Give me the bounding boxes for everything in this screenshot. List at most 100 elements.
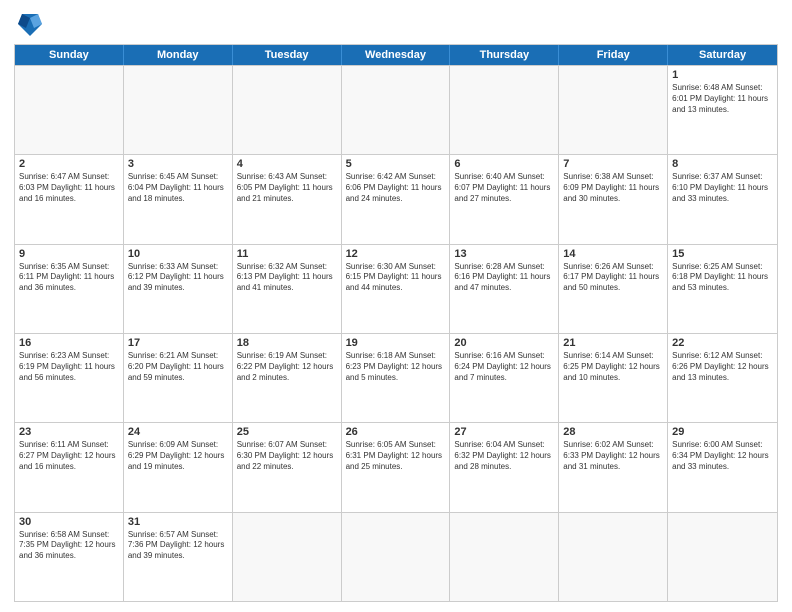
calendar-cell: 18Sunrise: 6:19 AM Sunset: 6:22 PM Dayli… xyxy=(233,334,342,422)
calendar: SundayMondayTuesdayWednesdayThursdayFrid… xyxy=(14,44,778,602)
calendar-cell: 3Sunrise: 6:45 AM Sunset: 6:04 PM Daylig… xyxy=(124,155,233,243)
calendar-row: 30 Sunrise: 6:58 AM Sunset: 7:35 PM Dayli… xyxy=(15,512,777,601)
calendar-cell: 19 Sunrise: 6:18 AM Sunset: 6:23 PM Dayli… xyxy=(342,334,451,422)
day-number: 8 xyxy=(672,158,773,170)
day-number: 28 xyxy=(563,426,663,438)
calendar-cell: 20Sunrise: 6:16 AM Sunset: 6:24 PM Dayli… xyxy=(450,334,559,422)
day-info: Sunrise: 6:12 AM Sunset: 6:26 PM Dayligh… xyxy=(672,351,773,383)
calendar-cell xyxy=(233,513,342,601)
calendar-row: 23 Sunrise: 6:11 AM Sunset: 6:27 PM Dayli… xyxy=(15,422,777,511)
day-number: 2 xyxy=(19,158,119,170)
day-info: Sunrise: 6:42 AM Sunset: 6:06 PM Dayligh… xyxy=(346,172,446,204)
day-info: Sunrise: 6:47 AM Sunset: 6:03 PM Dayligh… xyxy=(19,172,119,204)
weekday-header: Thursday xyxy=(450,45,559,65)
calendar-cell xyxy=(559,513,668,601)
day-info: Sunrise: 6:16 AM Sunset: 6:24 PM Dayligh… xyxy=(454,351,554,383)
day-info: Sunrise: 6:58 AM Sunset: 7:35 PM Dayligh… xyxy=(19,530,119,562)
calendar-row: 9Sunrise: 6:35 AM Sunset: 6:11 PM Daylig… xyxy=(15,244,777,333)
logo xyxy=(14,10,50,38)
day-number: 5 xyxy=(346,158,446,170)
calendar-cell: 5 Sunrise: 6:42 AM Sunset: 6:06 PM Daylig… xyxy=(342,155,451,243)
weekday-header: Sunday xyxy=(15,45,124,65)
day-info: Sunrise: 6:09 AM Sunset: 6:29 PM Dayligh… xyxy=(128,440,228,472)
header xyxy=(14,10,778,38)
day-info: Sunrise: 6:30 AM Sunset: 6:15 PM Dayligh… xyxy=(346,262,446,294)
day-info: Sunrise: 6:19 AM Sunset: 6:22 PM Dayligh… xyxy=(237,351,337,383)
calendar-cell xyxy=(15,66,124,154)
calendar-cell: 12 Sunrise: 6:30 AM Sunset: 6:15 PM Dayli… xyxy=(342,245,451,333)
calendar-cell: 16 Sunrise: 6:23 AM Sunset: 6:19 PM Dayli… xyxy=(15,334,124,422)
day-number: 13 xyxy=(454,248,554,260)
day-number: 26 xyxy=(346,426,446,438)
calendar-cell xyxy=(124,66,233,154)
calendar-cell xyxy=(342,66,451,154)
day-number: 17 xyxy=(128,337,228,349)
calendar-cell: 22 Sunrise: 6:12 AM Sunset: 6:26 PM Dayli… xyxy=(668,334,777,422)
day-info: Sunrise: 6:35 AM Sunset: 6:11 PM Dayligh… xyxy=(19,262,119,294)
calendar-cell xyxy=(559,66,668,154)
day-number: 22 xyxy=(672,337,773,349)
day-info: Sunrise: 6:37 AM Sunset: 6:10 PM Dayligh… xyxy=(672,172,773,204)
calendar-cell: 8 Sunrise: 6:37 AM Sunset: 6:10 PM Daylig… xyxy=(668,155,777,243)
calendar-cell: 2 Sunrise: 6:47 AM Sunset: 6:03 PM Daylig… xyxy=(15,155,124,243)
calendar-cell: 11 Sunrise: 6:32 AM Sunset: 6:13 PM Dayli… xyxy=(233,245,342,333)
calendar-body: 1Sunrise: 6:48 AM Sunset: 6:01 PM Daylig… xyxy=(15,65,777,601)
calendar-row: 1Sunrise: 6:48 AM Sunset: 6:01 PM Daylig… xyxy=(15,65,777,154)
weekday-header: Saturday xyxy=(668,45,777,65)
day-number: 24 xyxy=(128,426,228,438)
day-info: Sunrise: 6:38 AM Sunset: 6:09 PM Dayligh… xyxy=(563,172,663,204)
calendar-cell: 28 Sunrise: 6:02 AM Sunset: 6:33 PM Dayli… xyxy=(559,423,668,511)
day-number: 29 xyxy=(672,426,773,438)
day-info: Sunrise: 6:40 AM Sunset: 6:07 PM Dayligh… xyxy=(454,172,554,204)
day-info: Sunrise: 6:04 AM Sunset: 6:32 PM Dayligh… xyxy=(454,440,554,472)
calendar-cell: 17 Sunrise: 6:21 AM Sunset: 6:20 PM Dayli… xyxy=(124,334,233,422)
day-number: 25 xyxy=(237,426,337,438)
weekday-header: Monday xyxy=(124,45,233,65)
calendar-cell: 21 Sunrise: 6:14 AM Sunset: 6:25 PM Dayli… xyxy=(559,334,668,422)
calendar-page: SundayMondayTuesdayWednesdayThursdayFrid… xyxy=(0,0,792,612)
weekday-header: Friday xyxy=(559,45,668,65)
calendar-cell xyxy=(233,66,342,154)
calendar-cell: 26Sunrise: 6:05 AM Sunset: 6:31 PM Dayli… xyxy=(342,423,451,511)
day-number: 11 xyxy=(237,248,337,260)
day-number: 31 xyxy=(128,516,228,528)
day-info: Sunrise: 6:45 AM Sunset: 6:04 PM Dayligh… xyxy=(128,172,228,204)
day-info: Sunrise: 6:18 AM Sunset: 6:23 PM Dayligh… xyxy=(346,351,446,383)
calendar-row: 2 Sunrise: 6:47 AM Sunset: 6:03 PM Daylig… xyxy=(15,154,777,243)
day-number: 21 xyxy=(563,337,663,349)
day-number: 12 xyxy=(346,248,446,260)
calendar-cell: 6Sunrise: 6:40 AM Sunset: 6:07 PM Daylig… xyxy=(450,155,559,243)
calendar-cell: 23 Sunrise: 6:11 AM Sunset: 6:27 PM Dayli… xyxy=(15,423,124,511)
calendar-cell: 24 Sunrise: 6:09 AM Sunset: 6:29 PM Dayli… xyxy=(124,423,233,511)
day-number: 16 xyxy=(19,337,119,349)
calendar-cell: 1Sunrise: 6:48 AM Sunset: 6:01 PM Daylig… xyxy=(668,66,777,154)
day-info: Sunrise: 6:14 AM Sunset: 6:25 PM Dayligh… xyxy=(563,351,663,383)
day-info: Sunrise: 6:28 AM Sunset: 6:16 PM Dayligh… xyxy=(454,262,554,294)
day-number: 27 xyxy=(454,426,554,438)
day-info: Sunrise: 6:21 AM Sunset: 6:20 PM Dayligh… xyxy=(128,351,228,383)
day-number: 23 xyxy=(19,426,119,438)
calendar-cell: 4Sunrise: 6:43 AM Sunset: 6:05 PM Daylig… xyxy=(233,155,342,243)
day-number: 30 xyxy=(19,516,119,528)
day-info: Sunrise: 6:32 AM Sunset: 6:13 PM Dayligh… xyxy=(237,262,337,294)
day-number: 19 xyxy=(346,337,446,349)
day-number: 14 xyxy=(563,248,663,260)
calendar-cell: 25Sunrise: 6:07 AM Sunset: 6:30 PM Dayli… xyxy=(233,423,342,511)
day-info: Sunrise: 6:11 AM Sunset: 6:27 PM Dayligh… xyxy=(19,440,119,472)
calendar-header: SundayMondayTuesdayWednesdayThursdayFrid… xyxy=(15,45,777,65)
day-info: Sunrise: 6:48 AM Sunset: 6:01 PM Dayligh… xyxy=(672,83,773,115)
calendar-cell: 30 Sunrise: 6:58 AM Sunset: 7:35 PM Dayli… xyxy=(15,513,124,601)
day-info: Sunrise: 6:02 AM Sunset: 6:33 PM Dayligh… xyxy=(563,440,663,472)
day-number: 7 xyxy=(563,158,663,170)
calendar-cell xyxy=(668,513,777,601)
day-info: Sunrise: 6:00 AM Sunset: 6:34 PM Dayligh… xyxy=(672,440,773,472)
calendar-cell: 27 Sunrise: 6:04 AM Sunset: 6:32 PM Dayli… xyxy=(450,423,559,511)
weekday-header: Tuesday xyxy=(233,45,342,65)
day-info: Sunrise: 6:43 AM Sunset: 6:05 PM Dayligh… xyxy=(237,172,337,204)
calendar-cell: 31Sunrise: 6:57 AM Sunset: 7:36 PM Dayli… xyxy=(124,513,233,601)
day-number: 15 xyxy=(672,248,773,260)
day-info: Sunrise: 6:25 AM Sunset: 6:18 PM Dayligh… xyxy=(672,262,773,294)
calendar-cell xyxy=(450,513,559,601)
day-number: 10 xyxy=(128,248,228,260)
day-info: Sunrise: 6:23 AM Sunset: 6:19 PM Dayligh… xyxy=(19,351,119,383)
